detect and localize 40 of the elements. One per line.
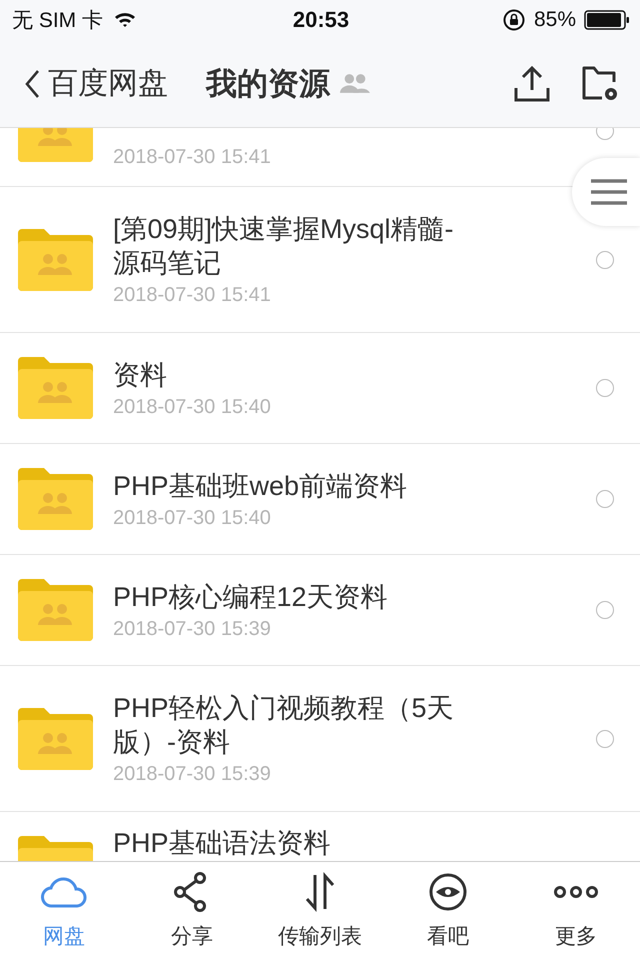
folder-name: 资料 xyxy=(113,358,168,392)
wifi-icon xyxy=(113,11,138,29)
modified-date: 2018-07-30 15:39 xyxy=(113,618,272,640)
select-radio[interactable] xyxy=(596,490,614,508)
folder-name: PHP基础语法资料 xyxy=(113,827,332,860)
page-title: 我的资源 xyxy=(206,64,330,102)
tab[interactable]: 分享 xyxy=(128,862,256,960)
battery-icon xyxy=(584,10,630,30)
clock-time: 20:53 xyxy=(292,7,350,33)
chevron-left-icon xyxy=(24,68,40,98)
select-radio[interactable] xyxy=(596,601,614,619)
back-label[interactable]: 百度网盘 xyxy=(48,63,168,104)
shared-folder-icon xyxy=(18,579,93,641)
tab[interactable]: 传输列表 xyxy=(256,862,384,960)
shared-folder-icon xyxy=(18,708,93,770)
people-icon xyxy=(340,73,370,94)
modified-date: 2018-07-30 15:41 xyxy=(113,146,272,168)
modified-date: 2018-07-30 15:40 xyxy=(113,396,272,418)
modified-date: 2018-07-30 15:41 xyxy=(113,284,272,307)
battery-percent: 85% xyxy=(534,8,576,32)
menu-icon xyxy=(591,178,627,206)
select-radio[interactable] xyxy=(596,730,614,748)
upload-icon[interactable] xyxy=(512,64,552,104)
select-radio[interactable] xyxy=(596,250,614,268)
tab[interactable]: 更多 xyxy=(512,862,640,960)
folder-name: PHP基础班web前端资料 xyxy=(113,470,408,502)
folder-name: PHP核心编程12天资料 xyxy=(113,580,389,614)
menu-button[interactable] xyxy=(572,158,640,226)
tab[interactable]: 看吧 xyxy=(384,862,512,960)
back-button[interactable]: 百度网盘 xyxy=(24,63,168,104)
shared-folder-icon xyxy=(18,468,93,530)
folder-name: PHP轻松入门视频教程（5天版）-资料 xyxy=(113,692,455,759)
shared-folder-icon xyxy=(18,357,93,419)
shared-folder-icon xyxy=(18,228,93,290)
modified-date: 2018-07-30 15:39 xyxy=(113,763,272,786)
folder-name: [第09期]快速掌握Mysql精髓-源码笔记 xyxy=(113,213,455,280)
select-radio[interactable] xyxy=(596,379,614,397)
modified-date: 2018-07-30 15:40 xyxy=(113,506,272,530)
carrier-name: 无 SIM 卡 xyxy=(12,8,104,34)
rotation-lock-icon xyxy=(502,8,526,32)
